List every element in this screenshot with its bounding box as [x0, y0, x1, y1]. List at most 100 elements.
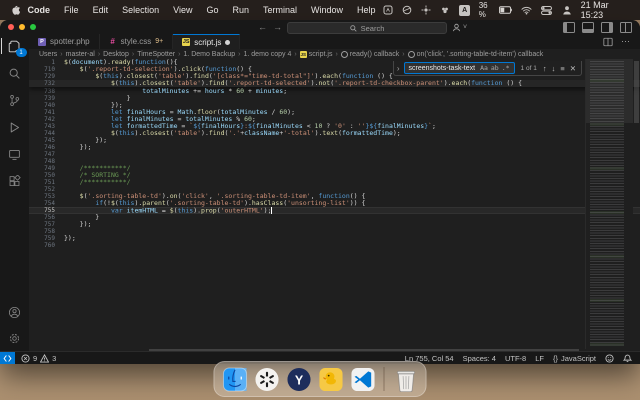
split-editor-icon[interactable]: [603, 37, 613, 47]
menu-run[interactable]: Run: [225, 0, 256, 20]
vertical-scrollbar-thumb[interactable]: [634, 61, 639, 123]
yandex-browser-dock-icon[interactable]: Y: [286, 366, 312, 392]
code-line-747[interactable]: 747: [29, 151, 640, 158]
tab-spotter.php[interactable]: Pspotter.php: [29, 34, 100, 49]
code-line-757[interactable]: 757 });: [29, 221, 640, 229]
nav-back-icon[interactable]: ←: [258, 22, 267, 32]
code-text: });: [64, 234, 76, 242]
problems-button[interactable]: 9 3: [15, 353, 62, 363]
regex-toggle[interactable]: .*: [502, 64, 510, 72]
language-mode-button[interactable]: {} JavaScript: [553, 354, 596, 363]
menubar-app-icon-1[interactable]: [383, 5, 393, 16]
css-file-icon: #: [110, 37, 115, 46]
minimap[interactable]: [585, 59, 633, 349]
close-find-button[interactable]: ✕: [570, 64, 576, 73]
cyberduck-dock-icon[interactable]: [318, 366, 344, 392]
tab-script.js[interactable]: JS script.js: [173, 34, 241, 49]
profile-button[interactable]: ˅: [452, 21, 467, 33]
whole-word-toggle[interactable]: ab: [491, 64, 499, 72]
menubar-app-icon-4[interactable]: [440, 5, 450, 16]
trash-dock-icon[interactable]: [393, 366, 419, 392]
control-center-icon[interactable]: [541, 5, 553, 16]
feedback-icon[interactable]: [605, 353, 614, 363]
menu-selection[interactable]: Selection: [115, 0, 166, 20]
code-line-760[interactable]: 760: [29, 242, 640, 249]
toggle-panel-icon[interactable]: [582, 22, 594, 33]
find-in-selection-button[interactable]: ≡: [560, 64, 564, 73]
code-line-759[interactable]: 759});: [29, 234, 640, 243]
code-line-732[interactable]: 732 $(this).closest('table').find('.repo…: [29, 80, 640, 87]
breadcrumb-item[interactable]: master-al: [66, 51, 95, 58]
vertical-scrollbar[interactable]: [633, 59, 640, 349]
text-cursor: [271, 207, 273, 214]
tab-style.css[interactable]: # style.css 9+: [99, 34, 174, 49]
menu-terminal[interactable]: Terminal: [256, 0, 304, 20]
indentation-button[interactable]: Spaces: 4: [463, 354, 496, 363]
warning-count: 3: [52, 353, 57, 363]
zoom-window-button[interactable]: [30, 24, 36, 30]
breadcrumb-item[interactable]: JS script.js: [299, 50, 332, 58]
match-case-toggle[interactable]: Aa: [480, 64, 488, 72]
breadcrumb-item[interactable]: 1. Demo Backup: [183, 51, 235, 58]
breadcrumb-item[interactable]: Desktop: [103, 51, 129, 58]
previous-match-button[interactable]: ↑: [543, 64, 547, 73]
menu-go[interactable]: Go: [199, 0, 225, 20]
code-editor[interactable]: 1 $(document).ready(function(){710 $('.re…: [29, 59, 640, 349]
command-center-search[interactable]: Search: [287, 22, 447, 34]
eol-button[interactable]: LF: [535, 354, 544, 363]
explorer-icon[interactable]: 1: [0, 38, 27, 57]
finder-dock-icon[interactable]: [222, 366, 248, 392]
close-window-button[interactable]: [8, 24, 14, 30]
find-input[interactable]: screenshots-task-text Aa ab .*: [403, 62, 515, 74]
chatgpt-dock-icon[interactable]: [254, 366, 280, 392]
battery-indicator[interactable]: 36 %: [479, 1, 513, 19]
menu-view[interactable]: View: [166, 0, 199, 20]
breadcrumb-item[interactable]: Users: [39, 51, 57, 58]
breadcrumb-item[interactable]: TimeSpotter: [137, 51, 175, 58]
apple-logo-icon[interactable]: [10, 5, 21, 16]
breadcrumb-item[interactable]: 1. demo copy 4: [244, 51, 292, 58]
code-line-756[interactable]: 756 }: [29, 214, 640, 222]
next-match-button[interactable]: ↓: [552, 64, 556, 73]
code-line-746[interactable]: 746 });: [29, 144, 640, 152]
menu-window[interactable]: Window: [304, 0, 350, 20]
search-sidebar-icon[interactable]: [7, 65, 23, 81]
menubar-app-icon-3[interactable]: [421, 5, 431, 16]
code-line-755[interactable]: 755 var itemHTML = $(this).prop('outerHT…: [29, 207, 640, 214]
notifications-bell-icon[interactable]: [623, 354, 632, 363]
breadcrumb-separator: ›: [335, 50, 338, 58]
toggle-secondary-sidebar-icon[interactable]: [601, 22, 613, 33]
find-expand-chevron-icon[interactable]: ›: [397, 64, 400, 73]
menu-edit[interactable]: Edit: [86, 0, 116, 20]
keyboard-input-icon[interactable]: A: [459, 4, 470, 16]
menubar-clock[interactable]: 21 Mar 15:23: [581, 0, 630, 20]
menu-app-name[interactable]: Code: [21, 0, 58, 20]
more-actions-icon[interactable]: ⋯: [621, 36, 630, 47]
nav-forward-icon[interactable]: →: [273, 22, 282, 32]
menu-file[interactable]: File: [57, 0, 86, 20]
extensions-icon[interactable]: [7, 173, 23, 189]
wifi-icon[interactable]: [521, 5, 532, 16]
macos-menu-bar: Code File Edit Selection View Go Run Terminal W…: [0, 0, 640, 20]
source-control-icon[interactable]: [7, 92, 23, 108]
breadcrumb-item[interactable]: on('click', '.sorting-table-td-item') ca…: [407, 50, 543, 58]
menu-help[interactable]: Help: [350, 0, 383, 20]
remote-indicator-button[interactable]: [0, 352, 15, 364]
remote-explorer-icon[interactable]: [7, 146, 23, 162]
code-line-745[interactable]: 745 });: [29, 137, 640, 145]
code-line-751[interactable]: 751 /***********/: [29, 179, 640, 187]
breadcrumb-item[interactable]: ready() callback: [340, 50, 399, 58]
menubar-app-icon-2[interactable]: [402, 5, 412, 16]
user-account-icon[interactable]: [561, 5, 571, 16]
encoding-button[interactable]: UTF-8: [505, 354, 526, 363]
accounts-icon[interactable]: [7, 304, 23, 320]
vscode-dock-icon[interactable]: [350, 366, 376, 392]
code-line-744[interactable]: 744 $(this).closest('table').find('.'+cl…: [29, 130, 640, 138]
settings-gear-icon[interactable]: [7, 330, 23, 346]
run-debug-icon[interactable]: [7, 119, 23, 135]
customize-layout-icon[interactable]: [620, 22, 632, 33]
minimize-window-button[interactable]: [19, 24, 25, 30]
code-line-758[interactable]: 758: [29, 228, 640, 235]
breadcrumb-label: Desktop: [103, 50, 129, 58]
toggle-sidebar-icon[interactable]: [563, 22, 575, 33]
